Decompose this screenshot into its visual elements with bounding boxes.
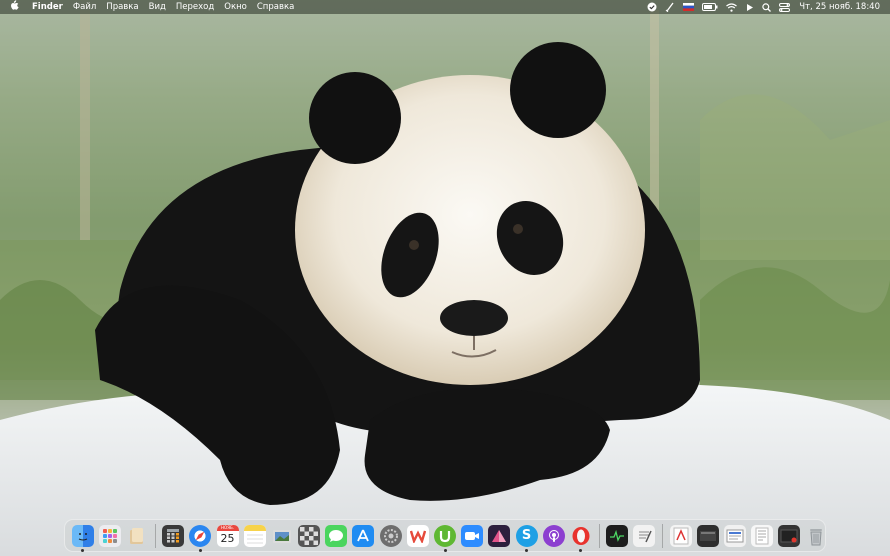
running-indicator [525,548,529,552]
desktop-wallpaper [0,0,890,556]
search-icon[interactable] [758,0,775,14]
apple-menu-icon[interactable] [0,0,27,15]
document-thumbnail-icon[interactable] [696,524,719,547]
textedit-icon[interactable] [633,524,656,547]
play-icon[interactable] [741,0,758,14]
menu-window[interactable]: Окно [219,0,252,14]
flag-icon[interactable] [679,0,698,14]
document-thumbnail-icon[interactable] [723,524,746,547]
safari-icon[interactable] [189,524,212,552]
activity-monitor-icon[interactable] [606,524,629,547]
menu-bar: Finder Файл Правка Вид Переход Окно Спра… [0,0,890,14]
control-center-icon[interactable] [775,0,794,14]
dock-separator [661,523,663,548]
document-thumbnail-icon[interactable] [669,524,692,547]
notes-icon[interactable] [243,524,266,547]
zoom-icon[interactable] [461,524,484,547]
wifi-icon[interactable] [722,0,741,14]
menu-view[interactable]: Вид [144,0,171,14]
opera-icon[interactable] [570,525,592,552]
affinity-icon[interactable] [488,524,511,547]
document-thumbnail-icon[interactable] [778,524,801,547]
menu-file[interactable]: Файл [68,0,101,14]
status-area: Чт, 25 нояб. 18:40 [643,0,890,14]
running-indicator [579,548,583,552]
calendar-icon[interactable]: НОЯБ. 25 [216,524,239,547]
finder-icon[interactable] [71,524,94,552]
running-indicator [443,548,447,552]
launchpad-icon[interactable] [98,524,121,547]
preview-icon[interactable] [271,525,293,547]
utorrent-icon[interactable] [434,524,457,552]
menu-help[interactable]: Справка [252,0,299,14]
brush-icon[interactable] [661,0,679,14]
messages-icon[interactable] [325,524,348,547]
menu-clock[interactable]: Чт, 25 нояб. 18:40 [794,0,890,14]
battery-icon[interactable] [698,0,722,14]
system-preferences-icon[interactable] [379,524,402,547]
panda-photo [0,0,890,556]
dock-separator [154,523,156,548]
podcasts-icon[interactable] [542,524,565,547]
dock-separator [598,523,600,548]
calendar-day: 25 [220,531,235,545]
menu-app-name[interactable]: Finder [27,0,68,14]
running-indicator [198,548,202,552]
wps-office-icon[interactable] [406,524,429,547]
running-indicator [81,548,85,552]
app-store-icon[interactable] [352,524,375,547]
dock: НОЯБ. 25 S [64,519,826,552]
menu-go[interactable]: Переход [171,0,219,14]
menu-edit[interactable]: Правка [101,0,143,14]
calculator-icon[interactable] [162,524,185,547]
skype-icon[interactable]: S [515,524,538,552]
chess-icon[interactable] [298,524,321,547]
document-thumbnail-icon[interactable] [751,524,774,547]
checkmark-badge-icon[interactable] [643,0,661,14]
files-icon[interactable] [126,525,148,547]
trash-icon[interactable] [805,525,827,547]
